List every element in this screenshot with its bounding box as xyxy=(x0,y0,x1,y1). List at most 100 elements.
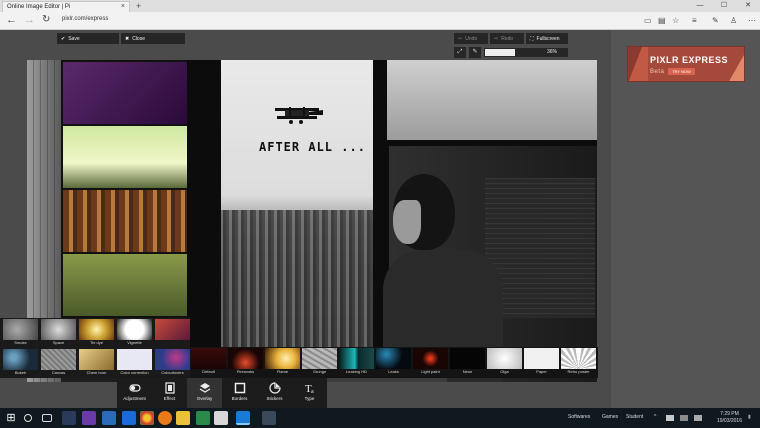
preset-bokeh[interactable]: Bokeh xyxy=(2,348,39,378)
preset-thumb xyxy=(524,348,559,369)
maximize-icon[interactable]: ☐ xyxy=(712,0,736,12)
taskbar-games[interactable]: Games xyxy=(602,414,618,420)
explorer-taskbar-icon[interactable] xyxy=(176,411,190,425)
preset-light-paint[interactable]: Light paint xyxy=(412,347,449,377)
browser-tab[interactable]: Online Image Editor | Pi × xyxy=(2,1,130,12)
preset-thumb xyxy=(79,349,114,370)
window-buttons: — ☐ ✕ xyxy=(688,0,760,12)
web-note-icon[interactable]: ▤ xyxy=(658,16,666,25)
preset-paper[interactable]: Paper xyxy=(523,347,560,377)
tab-close-icon[interactable]: × xyxy=(121,3,125,10)
tray-network-icon[interactable] xyxy=(666,415,674,421)
photoshop-taskbar-icon[interactable] xyxy=(62,411,76,425)
note-icon[interactable]: ✎ xyxy=(712,16,719,25)
close-x-icon: ✖ xyxy=(125,35,130,42)
refresh-icon[interactable]: ↻ xyxy=(42,14,50,25)
fullscreen-button[interactable]: ⛶ Fullscreen xyxy=(526,33,568,44)
preset-unlabeled[interactable] xyxy=(154,318,191,348)
new-tab-icon[interactable]: + xyxy=(136,1,141,11)
search-cortana-icon[interactable] xyxy=(24,414,32,422)
tray-battery-icon[interactable] xyxy=(694,415,702,421)
preset-neon[interactable]: Neon xyxy=(449,347,486,377)
app2-taskbar-icon[interactable] xyxy=(262,411,276,425)
overlay-tool-button[interactable]: Overlay xyxy=(187,378,222,408)
preset-label: Smoke xyxy=(14,340,27,345)
notifications-icon[interactable]: ▮ xyxy=(748,414,751,420)
more-icon[interactable]: ⋯ xyxy=(748,16,756,25)
preset-label: Fireworks xyxy=(236,369,255,374)
excel-taskbar-icon[interactable] xyxy=(196,411,210,425)
firefox-taskbar-icon[interactable] xyxy=(158,411,172,425)
preset-fireworks[interactable]: Fireworks xyxy=(227,347,264,377)
forward-icon[interactable]: → xyxy=(24,14,35,26)
collage-photo-sky xyxy=(61,124,189,190)
url-field[interactable]: pixlr.com/express xyxy=(62,16,108,22)
save-button[interactable]: ✔ Save xyxy=(57,33,119,44)
close-button[interactable]: ✖ Close xyxy=(121,33,185,44)
borders-tool-button[interactable]: Borders xyxy=(222,378,257,408)
preset-canvas[interactable]: Canvas xyxy=(40,348,77,378)
preset-chem-burn[interactable]: Chem burn xyxy=(78,348,115,378)
preset-tie-dye[interactable]: Tie dye xyxy=(78,318,115,348)
preset-leaks[interactable]: Leaks xyxy=(375,347,412,377)
preset-label: Colourlovers xyxy=(161,370,184,375)
task-view-icon[interactable] xyxy=(42,414,52,422)
preset-grunge[interactable]: Grunge xyxy=(301,347,338,377)
notepad-taskbar-icon[interactable] xyxy=(214,411,228,425)
preset-space[interactable]: Space xyxy=(40,318,77,348)
preset-color-correction[interactable]: Color correction xyxy=(116,348,153,378)
effect-icon xyxy=(164,382,175,394)
preset-retro-poster[interactable]: Retro poster xyxy=(560,347,597,377)
preset-leaking-hd[interactable]: Leaking HD xyxy=(338,347,375,377)
preset-thumb xyxy=(3,319,38,340)
overlay-label: Overlay xyxy=(196,396,213,401)
windows-start-icon[interactable]: ⊞ xyxy=(4,411,18,425)
preset-label: Leaking HD xyxy=(346,369,367,374)
tray-chevron-icon[interactable]: ^ xyxy=(654,414,656,420)
pixlr-ad-banner[interactable]: PIXLR EXPRESS Beta TRY NOW xyxy=(627,46,745,82)
taskbar-student[interactable]: Student xyxy=(626,414,643,420)
preset-default[interactable]: Default xyxy=(190,347,227,377)
edge-taskbar-icon[interactable] xyxy=(122,411,136,425)
hub-icon[interactable]: ≡ xyxy=(692,16,697,25)
preset-thumb xyxy=(228,348,263,369)
overlay-presets-row: Default Fireworks Flame Grunge Leaking H… xyxy=(190,347,598,378)
taskbar-softwares[interactable]: Softwares xyxy=(568,414,590,420)
type-tool-button[interactable]: T a Type xyxy=(292,378,327,408)
edit-icon[interactable]: ✎ xyxy=(469,47,481,58)
stickers-tool-button[interactable]: Stickers xyxy=(257,378,292,408)
reading-view-icon[interactable]: ▭ xyxy=(644,16,652,25)
share-icon[interactable]: ♙ xyxy=(730,16,737,25)
undo-arrow-icon: ⇦ xyxy=(458,35,463,42)
preset-label: Neon xyxy=(462,369,473,374)
preset-olga[interactable]: Olga xyxy=(486,347,523,377)
undo-button[interactable]: ⇦ Undo xyxy=(454,33,488,44)
visual-studio-taskbar-icon[interactable] xyxy=(82,411,96,425)
effect-label: Effect xyxy=(163,396,176,401)
redo-button[interactable]: ⇨ Redo xyxy=(490,33,524,44)
preset-label: Bokeh xyxy=(14,370,27,375)
favorite-star-icon[interactable]: ☆ xyxy=(672,16,679,25)
preset-vignette[interactable]: Vignette xyxy=(116,318,153,348)
preset-colourlovers[interactable]: Colourlovers xyxy=(154,348,191,378)
minimize-icon[interactable]: — xyxy=(688,0,712,12)
back-icon[interactable]: ← xyxy=(6,14,17,26)
tool-category-bar: Adjustment Effect Overlay Borders Sticke… xyxy=(117,378,327,408)
tray-volume-icon[interactable] xyxy=(680,415,688,421)
ad-try-now-button[interactable]: TRY NOW xyxy=(668,68,695,75)
taskbar-clock[interactable]: 7:29 PM 19/03/2016 xyxy=(717,411,742,425)
preset-smoke[interactable]: Smoke xyxy=(2,318,39,348)
collage-photo-trees xyxy=(61,252,189,318)
svg-text:a: a xyxy=(311,389,314,394)
preset-label: Paper xyxy=(536,369,547,374)
edge-active-taskbar-icon[interactable] xyxy=(236,411,250,425)
close-window-icon[interactable]: ✕ xyxy=(736,0,760,12)
preset-flame[interactable]: Flame xyxy=(264,347,301,377)
chrome-taskbar-icon[interactable] xyxy=(140,411,154,425)
app-taskbar-icon[interactable] xyxy=(102,411,116,425)
adjustment-tool-button[interactable]: Adjustment xyxy=(117,378,152,408)
preset-label: Vignette xyxy=(127,340,142,345)
resize-icon[interactable]: ⤢ xyxy=(454,47,466,58)
effect-tool-button[interactable]: Effect xyxy=(152,378,187,408)
zoom-slider-fill xyxy=(485,49,515,56)
